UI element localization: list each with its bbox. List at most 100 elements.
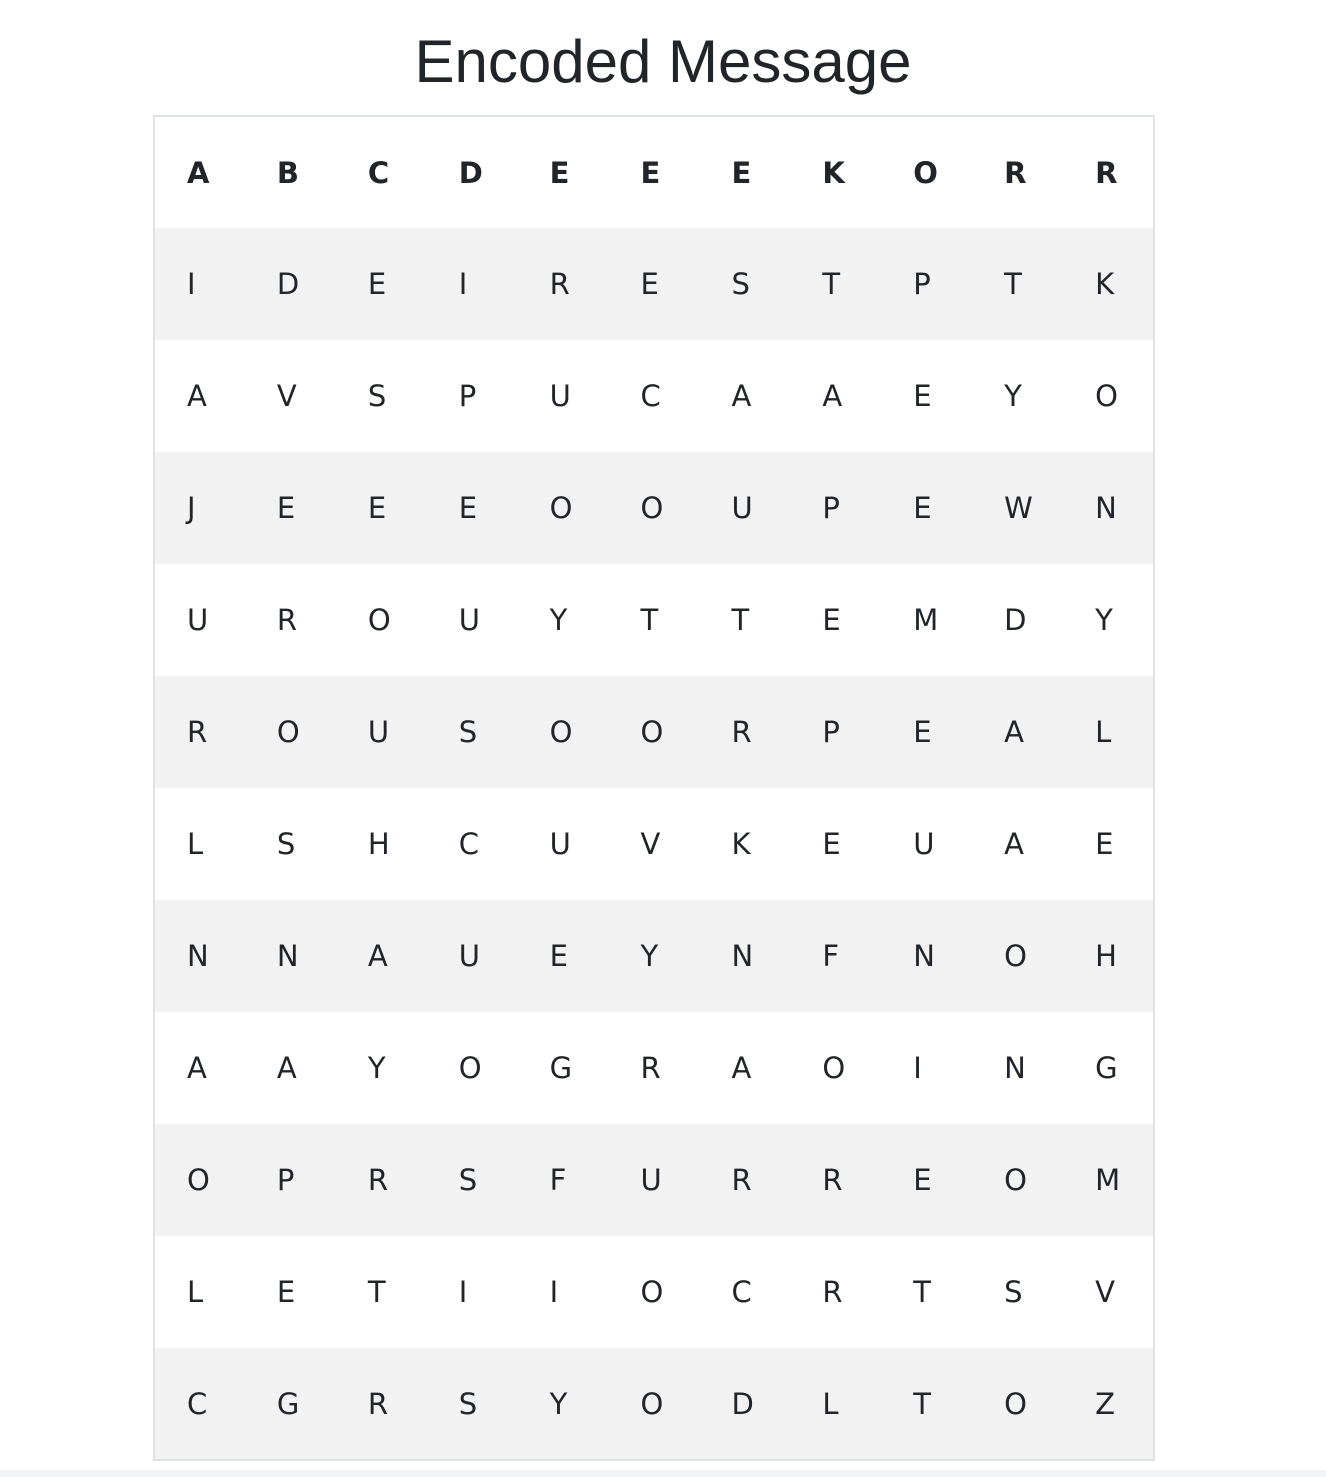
table-cell: V (608, 788, 700, 900)
table-cell: Y (972, 340, 1064, 452)
table-cell: S (972, 1236, 1064, 1348)
table-cell: Z (1063, 1348, 1154, 1460)
table-header: ABCDEEEKORR (154, 116, 1154, 228)
table-cell: O (154, 1124, 245, 1236)
table-row: CGRSYODLTOZ (154, 1348, 1154, 1460)
column-header: O (913, 155, 938, 190)
table-cell: E (244, 452, 336, 564)
table-row: OPRSFURREOM (154, 1124, 1154, 1236)
table-cell: E (881, 340, 973, 452)
table-cell: E (881, 1124, 973, 1236)
table-cell: O (608, 1236, 700, 1348)
table-cell: E (790, 564, 882, 676)
table-cell: A (244, 1012, 336, 1124)
page-title: Encoded Message (414, 28, 912, 95)
table-cell: R (154, 676, 245, 788)
table-cell: T (881, 1236, 973, 1348)
table-cell: R (517, 228, 609, 340)
table-cell: H (1063, 900, 1154, 1012)
table-row: UROUYTTEMDY (154, 564, 1154, 676)
column-header: E (549, 155, 570, 190)
table-cell: S (244, 788, 336, 900)
table-cell: C (608, 340, 700, 452)
table-cell: S (426, 1348, 518, 1460)
table-cell: A (972, 676, 1064, 788)
table-cell: A (790, 340, 882, 452)
table-cell: O (608, 676, 700, 788)
table-cell: S (426, 676, 518, 788)
table-cell: N (881, 900, 973, 1012)
table-cell: E (335, 228, 427, 340)
table-cell: V (1063, 1236, 1154, 1348)
table-cell: E (881, 452, 973, 564)
table-cell: O (517, 452, 609, 564)
table-cell: U (335, 676, 427, 788)
table-cell: Y (335, 1012, 427, 1124)
table-cell: L (1063, 676, 1154, 788)
table-row: LSHCUVKEUAE (154, 788, 1154, 900)
table-cell: P (244, 1124, 336, 1236)
table-cell: H (335, 788, 427, 900)
table-cell: O (1063, 340, 1154, 452)
table-cell: A (699, 1012, 791, 1124)
table-cell: R (790, 1236, 882, 1348)
table-cell: V (244, 340, 336, 452)
table-cell: D (244, 228, 336, 340)
table-cell: T (608, 564, 700, 676)
table-cell: L (154, 788, 245, 900)
table-cell: E (881, 676, 973, 788)
table-cell: P (790, 452, 882, 564)
table-cell: J (154, 452, 245, 564)
table-cell: N (244, 900, 336, 1012)
table-cell: O (426, 1012, 518, 1124)
table-cell: R (244, 564, 336, 676)
table-cell: R (335, 1348, 427, 1460)
column-header: A (187, 155, 210, 190)
table-cell: P (426, 340, 518, 452)
table-cell: U (699, 452, 791, 564)
table-cell: S (426, 1124, 518, 1236)
table-cell: I (517, 1236, 609, 1348)
table-cell: F (790, 900, 882, 1012)
table-cell: E (335, 452, 427, 564)
table-cell: K (699, 788, 791, 900)
table-row: IDEIRESTPTK (154, 228, 1154, 340)
table-cell: O (972, 1348, 1064, 1460)
table-cell: C (426, 788, 518, 900)
table-cell: O (517, 676, 609, 788)
table-cell: L (790, 1348, 882, 1460)
table-row: ROUSOORPEAL (154, 676, 1154, 788)
table-cell: L (154, 1236, 245, 1348)
table-cell: A (699, 340, 791, 452)
table-cell: E (426, 452, 518, 564)
table-cell: O (244, 676, 336, 788)
column-header: E (640, 155, 661, 190)
column-header: R (1095, 155, 1118, 190)
table-cell: G (1063, 1012, 1154, 1124)
table-cell: P (881, 228, 973, 340)
table-cell: W (972, 452, 1064, 564)
table-row: AVSPUCAAEYO (154, 340, 1154, 452)
table-cell: U (517, 788, 609, 900)
table-cell: S (335, 340, 427, 452)
table-cell: P (790, 676, 882, 788)
table-row: JEEEOOUPEWN (154, 452, 1154, 564)
table-cell: O (608, 452, 700, 564)
header-row: ABCDEEEKORR (154, 116, 1154, 228)
table-cell: A (972, 788, 1064, 900)
table-cell: T (972, 228, 1064, 340)
table-cell: U (608, 1124, 700, 1236)
table-cell: N (154, 900, 245, 1012)
table-cell: S (699, 228, 791, 340)
table-cell: T (790, 228, 882, 340)
table-cell: I (426, 228, 518, 340)
table-cell: T (881, 1348, 973, 1460)
table-cell: N (972, 1012, 1064, 1124)
table-cell: M (881, 564, 973, 676)
column-header: D (458, 155, 483, 190)
table-cell: O (790, 1012, 882, 1124)
table-cell: O (972, 1124, 1064, 1236)
table-cell: I (154, 228, 245, 340)
table-cell: R (608, 1012, 700, 1124)
table-cell: U (426, 564, 518, 676)
